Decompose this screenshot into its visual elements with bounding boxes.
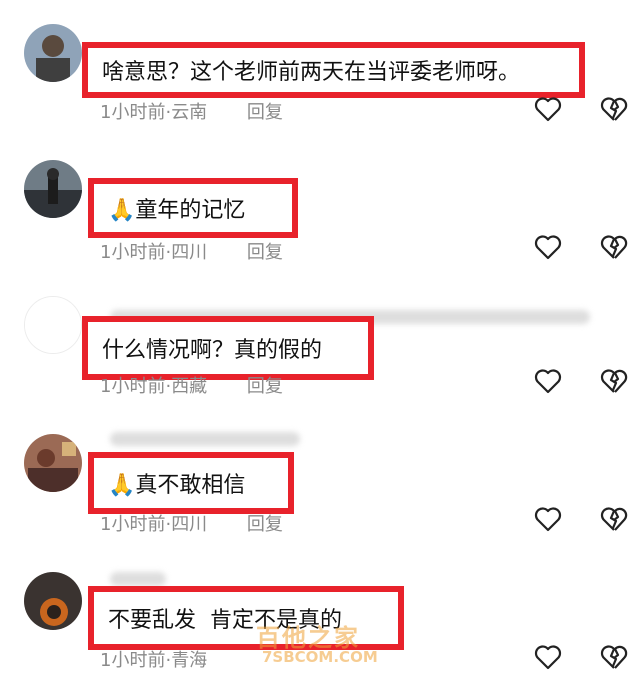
- comment-location: 四川: [171, 514, 208, 535]
- comment-time: 1小时前: [100, 102, 166, 123]
- comment-highlight: 啥意思？这个老师前两天在当评委老师呀。: [82, 42, 585, 98]
- comment-highlight: 🙏真不敢相信: [88, 452, 294, 514]
- comment-location: 青海: [171, 650, 208, 671]
- comment-location: 云南: [171, 102, 208, 123]
- comment-location: 西藏: [171, 376, 208, 397]
- pray-emoji-icon: 🙏: [108, 198, 136, 223]
- reply-button[interactable]: 回复: [247, 376, 283, 397]
- broken-heart-icon[interactable]: [600, 234, 628, 260]
- comment-text: 🙏童年的记忆: [108, 198, 246, 223]
- heart-outline-icon[interactable]: [534, 234, 562, 260]
- comment-meta: 1小时前·四川 回复: [100, 242, 283, 263]
- avatar[interactable]: [24, 296, 82, 354]
- comment-meta: 1小时前·云南 回复: [100, 102, 283, 123]
- heart-outline-icon[interactable]: [534, 96, 562, 122]
- comment-text: 🙏真不敢相信: [108, 473, 246, 498]
- comment-time: 1小时前: [100, 242, 166, 263]
- broken-heart-icon[interactable]: [600, 96, 628, 122]
- heart-outline-icon[interactable]: [534, 644, 562, 670]
- comment-highlight: 🙏童年的记忆: [88, 178, 298, 238]
- username-blurred: [110, 572, 166, 586]
- watermark-url: 7SBCOM.COM: [262, 648, 378, 666]
- comment-text: 啥意思？这个老师前两天在当评委老师呀。: [102, 60, 521, 85]
- heart-outline-icon[interactable]: [534, 368, 562, 394]
- avatar[interactable]: [24, 572, 82, 630]
- reply-button[interactable]: 回复: [247, 102, 283, 123]
- avatar[interactable]: [24, 24, 82, 82]
- broken-heart-icon[interactable]: [600, 368, 628, 394]
- comment-meta: 1小时前·青海: [100, 650, 208, 671]
- comment-time: 1小时前: [100, 514, 166, 535]
- avatar[interactable]: [24, 160, 82, 218]
- site-watermark: 百他之家 7SBCOM.COM: [256, 618, 406, 666]
- username-blurred: [110, 432, 300, 446]
- comment-meta: 1小时前·西藏 回复: [100, 376, 283, 397]
- comment-location: 四川: [171, 242, 208, 263]
- pray-emoji-icon: 🙏: [108, 473, 136, 498]
- reply-button[interactable]: 回复: [247, 242, 283, 263]
- comment-time: 1小时前: [100, 376, 166, 397]
- reply-button[interactable]: 回复: [247, 514, 283, 535]
- comment-highlight: 什么情况啊？真的假的: [82, 316, 374, 380]
- broken-heart-icon[interactable]: [600, 644, 628, 670]
- heart-outline-icon[interactable]: [534, 506, 562, 532]
- comment-meta: 1小时前·四川 回复: [100, 514, 283, 535]
- broken-heart-icon[interactable]: [600, 506, 628, 532]
- comment-time: 1小时前: [100, 650, 166, 671]
- avatar[interactable]: [24, 434, 82, 492]
- comment-text: 什么情况啊？真的假的: [102, 338, 323, 363]
